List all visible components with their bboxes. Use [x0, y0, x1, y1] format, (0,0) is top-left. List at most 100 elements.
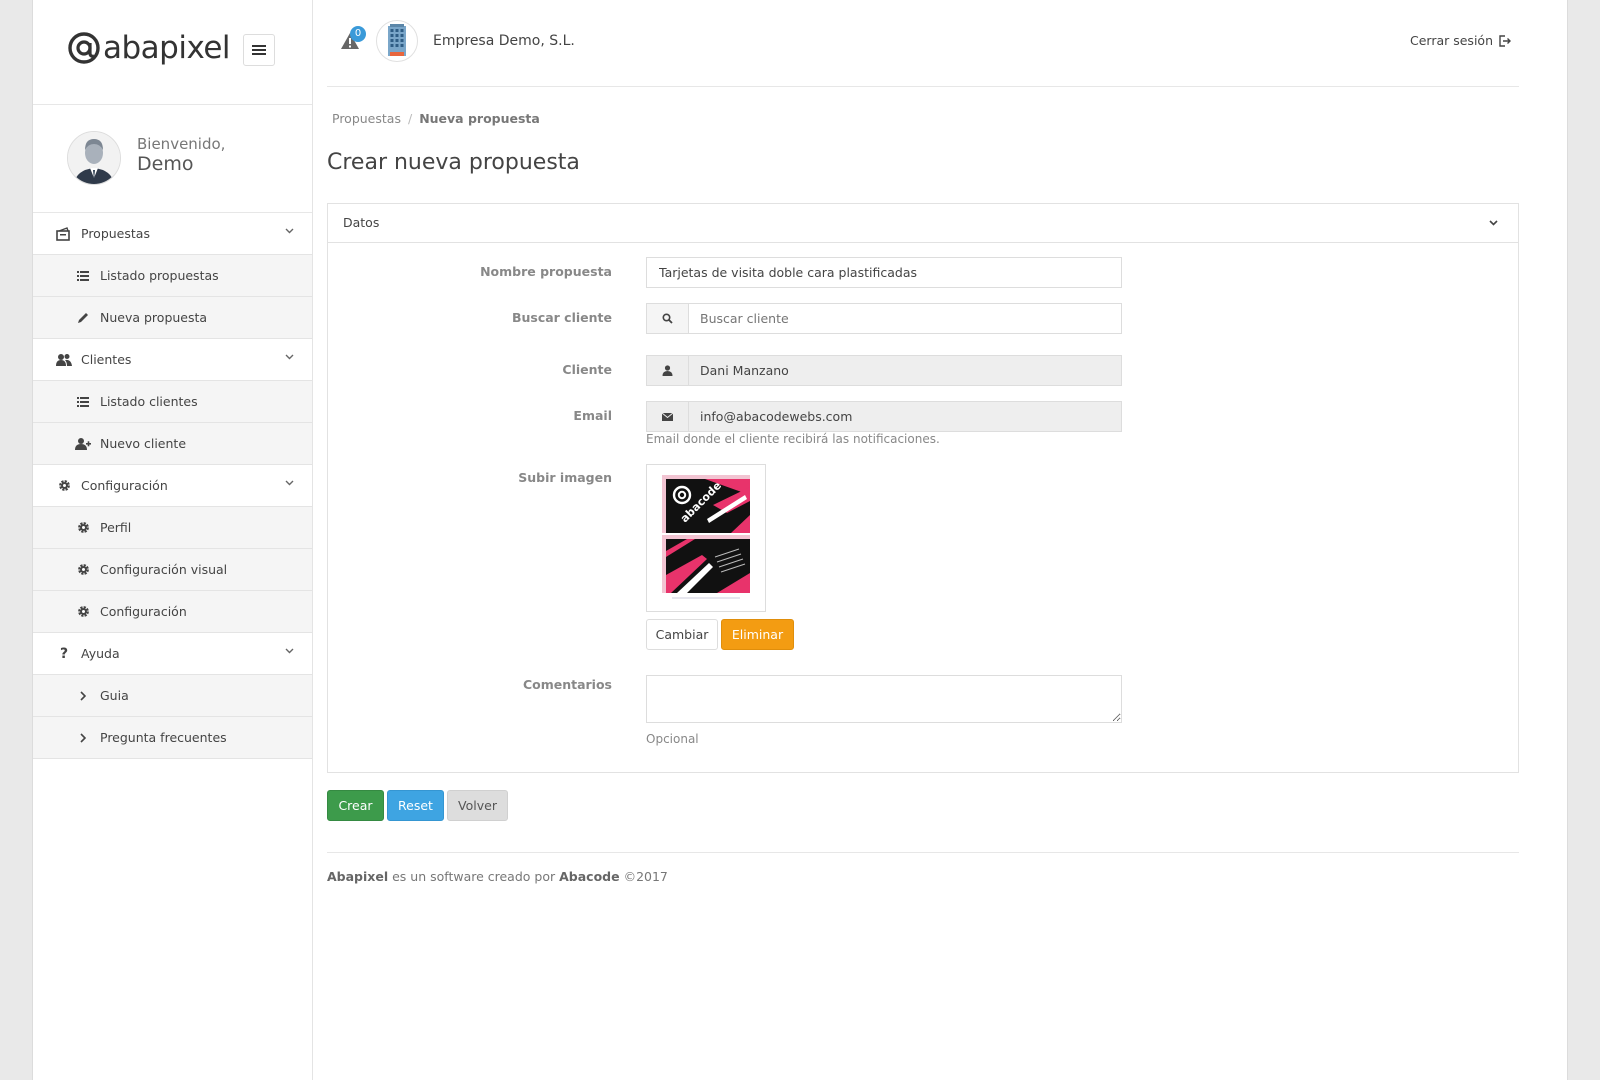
card-front: abacode — [662, 475, 750, 533]
reset-button[interactable]: Reset — [387, 790, 444, 821]
panel-title: Datos — [343, 215, 380, 230]
welcome-text: Bienvenido, — [137, 135, 226, 153]
buscar-cliente-label: Buscar cliente — [511, 310, 612, 325]
nombre-propuesta-input[interactable] — [646, 257, 1122, 288]
chevron-right-icon — [74, 730, 92, 746]
breadcrumb-parent-link[interactable]: Propuestas — [332, 111, 401, 126]
cambiar-button[interactable]: Cambiar — [646, 619, 718, 650]
sidebar-item-configuracion[interactable]: Configuración — [33, 465, 312, 507]
sidebar-item-clientes[interactable]: Clientes — [33, 339, 312, 381]
eliminar-button[interactable]: Eliminar — [721, 619, 794, 650]
user-panel: Bienvenido, Demo — [33, 105, 312, 213]
user-addon — [647, 356, 689, 385]
breadcrumb-separator: / — [407, 111, 413, 126]
subir-imagen-label: Subir imagen — [518, 470, 612, 485]
at-sign-icon — [68, 32, 100, 64]
brand-name: abapixel — [103, 30, 231, 66]
panel-header[interactable]: Datos — [328, 204, 1518, 243]
sign-out-icon — [1499, 34, 1511, 47]
proposals-icon — [55, 226, 73, 242]
footer-company: Abacode — [559, 869, 620, 884]
comentarios-textarea[interactable] — [646, 675, 1122, 723]
envelope-addon — [647, 402, 689, 431]
form-panel: Datos Nombre propuesta Buscar cliente Cl… — [327, 203, 1519, 773]
sidebar-item-label: Listado clientes — [100, 394, 198, 409]
sidebar-item-configuracion-visual[interactable]: Configuración visual — [33, 549, 312, 591]
envelope-icon — [662, 412, 673, 421]
buscar-cliente-group — [646, 303, 1122, 334]
email-label: Email — [573, 408, 612, 423]
breadcrumb-current: Nueva propuesta — [419, 111, 540, 126]
cliente-label: Cliente — [562, 362, 612, 377]
sidebar-item-label: Configuración — [81, 478, 168, 493]
gear-icon — [74, 520, 92, 536]
chevron-down-icon — [285, 648, 294, 654]
sidebar-item-listado-clientes[interactable]: Listado clientes — [33, 381, 312, 423]
sidebar-item-nueva-propuesta[interactable]: Nueva propuesta — [33, 297, 312, 339]
chevron-down-icon — [285, 228, 294, 234]
cliente-group — [646, 355, 1122, 386]
logout-link[interactable]: Cerrar sesión — [1410, 33, 1511, 48]
chevron-right-icon — [74, 688, 92, 704]
user-plus-icon — [74, 436, 92, 452]
chevron-down-icon — [285, 354, 294, 360]
card-back — [662, 535, 750, 593]
sidebar-item-propuestas[interactable]: Propuestas — [33, 213, 312, 255]
alerts-count-badge: 0 — [350, 26, 366, 42]
footer: Abapixel es un software creado por Abaco… — [327, 869, 668, 884]
email-group — [646, 401, 1122, 432]
user-name: Demo — [137, 153, 194, 175]
sidebar-item-pregunta-frecuentes[interactable]: Pregunta frecuentes — [33, 717, 312, 759]
nombre-propuesta-label: Nombre propuesta — [480, 264, 612, 279]
logo-area: abapixel — [33, 0, 312, 105]
chevron-down-icon[interactable] — [1489, 220, 1498, 226]
chevron-down-icon — [285, 480, 294, 486]
list-icon — [74, 268, 92, 284]
breadcrumb: Propuestas / Nueva propuesta — [332, 111, 540, 126]
sidebar-item-label: Propuestas — [81, 226, 150, 241]
sidebar-item-perfil[interactable]: Perfil — [33, 507, 312, 549]
sidebar-item-label: Listado propuestas — [100, 268, 219, 283]
menu-toggle-button[interactable] — [243, 34, 275, 66]
search-addon — [647, 304, 689, 333]
gear-icon — [74, 562, 92, 578]
sidebar-item-label: Guia — [100, 688, 129, 703]
crear-button[interactable]: Crear — [327, 790, 384, 821]
sidebar-item-label: Ayuda — [81, 646, 120, 661]
user-avatar-icon — [68, 132, 120, 184]
gear-icon — [74, 604, 92, 620]
hamburger-icon — [252, 45, 266, 55]
brand-logo[interactable]: abapixel — [67, 30, 231, 66]
cliente-input[interactable] — [689, 356, 1121, 385]
sidebar-item-nuevo-cliente[interactable]: Nuevo cliente — [33, 423, 312, 465]
logout-label: Cerrar sesión — [1409, 33, 1493, 48]
pencil-icon — [74, 310, 92, 326]
question-icon: ? — [59, 645, 69, 662]
footer-text: es un software creado por — [392, 869, 556, 884]
list-icon — [74, 394, 92, 410]
sidebar-item-label: Configuración — [100, 604, 187, 619]
footer-divider — [327, 852, 1519, 853]
users-icon — [55, 352, 73, 368]
footer-year: ©2017 — [623, 869, 668, 884]
sidebar-item-label: Configuración visual — [100, 562, 228, 577]
sidebar-item-ayuda[interactable]: ? Ayuda — [33, 633, 312, 675]
sidebar-item-label: Nueva propuesta — [100, 310, 208, 325]
avatar — [67, 131, 121, 185]
user-icon — [662, 365, 673, 376]
building-icon — [388, 24, 406, 56]
sidebar-item-configuracion-sub[interactable]: Configuración — [33, 591, 312, 633]
business-card-image: abacode — [647, 465, 765, 611]
sidebar-nav: Propuestas Listado propuestas Nueva prop… — [33, 213, 312, 759]
comentarios-label: Comentarios — [522, 677, 612, 692]
sidebar-item-guia[interactable]: Guia — [33, 675, 312, 717]
sidebar-item-label: Perfil — [100, 520, 132, 535]
sidebar-item-label: Nuevo cliente — [100, 436, 187, 451]
email-input[interactable] — [689, 402, 1121, 431]
buscar-cliente-input[interactable] — [689, 304, 1121, 333]
company-name: Empresa Demo, S.L. — [433, 33, 575, 49]
gear-icon — [55, 478, 73, 494]
sidebar-item-listado-propuestas[interactable]: Listado propuestas — [33, 255, 312, 297]
volver-button[interactable]: Volver — [447, 790, 508, 821]
page-title: Crear nueva propuesta — [327, 150, 580, 175]
